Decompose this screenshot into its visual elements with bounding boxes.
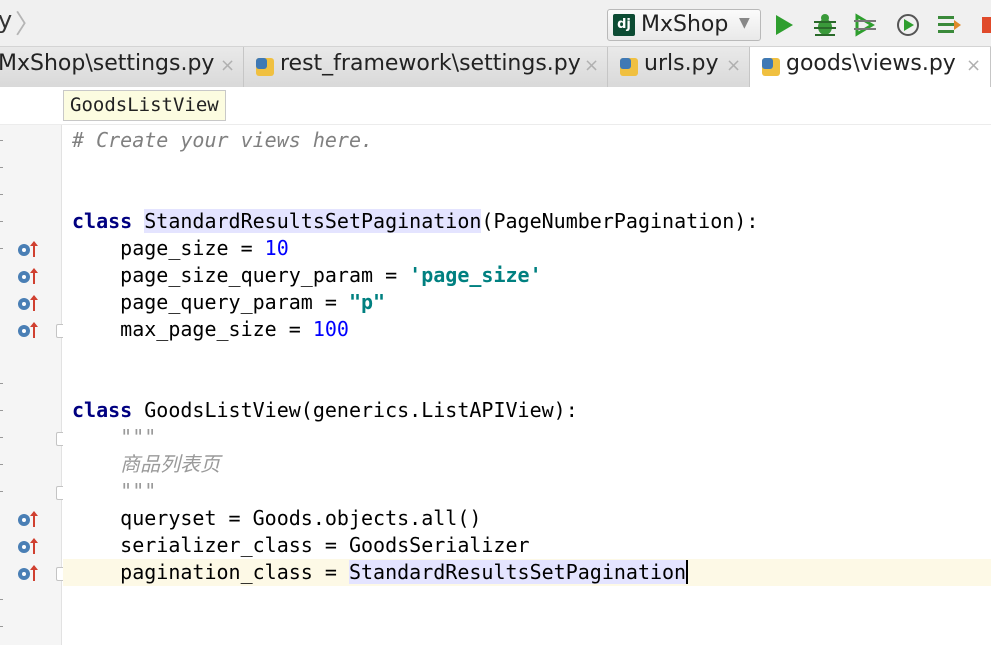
code-line[interactable]: """ <box>63 478 991 505</box>
code-line[interactable]: serializer_class = GoodsSerializer <box>63 532 991 559</box>
django-icon: dj <box>613 14 635 36</box>
override-marker-icon[interactable] <box>16 563 40 583</box>
code-line[interactable]: page_size = 10 <box>63 235 991 262</box>
editor-gutter[interactable] <box>0 125 68 645</box>
override-marker-icon[interactable] <box>16 509 40 529</box>
code-line[interactable]: 商品列表页 <box>63 451 991 478</box>
close-icon[interactable]: × <box>220 55 235 76</box>
structure-breadcrumb-bar: GoodsListView <box>0 87 991 125</box>
tab-label: rest_framework\settings.py <box>280 51 581 76</box>
python-file-icon <box>256 58 274 76</box>
stop-button[interactable] <box>974 10 991 40</box>
code-line[interactable]: queryset = Goods.objects.all() <box>63 505 991 532</box>
code-line[interactable]: page_query_param = "p" <box>63 289 991 316</box>
run-configuration-select[interactable]: dj MxShop ▼ <box>607 9 761 41</box>
current-code-line[interactable]: pagination_class = StandardResultsSetPag… <box>63 559 991 586</box>
chevron-right-icon: 〉 <box>15 10 42 40</box>
tab-label: goods\views.py <box>786 51 956 76</box>
tab-goods-views[interactable]: goods\views.py × <box>750 47 991 88</box>
run-configuration-label: MxShop <box>641 12 729 37</box>
keyword: class <box>72 398 133 422</box>
tab-label: urls.py <box>644 51 719 76</box>
text-caret <box>686 560 689 584</box>
build-icon <box>938 16 961 33</box>
attr-value: "p" <box>348 290 386 314</box>
profile-button[interactable] <box>893 10 923 40</box>
class-name: StandardResultsSetPagination <box>144 209 482 233</box>
code-line[interactable]: """ <box>63 424 991 451</box>
close-icon[interactable]: × <box>726 55 741 76</box>
coverage-button[interactable] <box>850 10 880 40</box>
code-text: serializer_class = GoodsSerializer <box>72 533 530 557</box>
docstring: """ <box>72 425 157 449</box>
override-marker-icon[interactable] <box>16 536 40 556</box>
nav-crumb-fragment[interactable]: y <box>0 6 12 34</box>
docstring: """ <box>72 479 157 503</box>
debug-icon <box>814 14 836 36</box>
tab-rest-framework-settings[interactable]: rest_framework\settings.py × <box>244 47 608 87</box>
code-text: pagination_class = <box>72 560 349 584</box>
run-icon <box>776 15 793 35</box>
run-button[interactable] <box>769 10 799 40</box>
code-line[interactable]: page_size_query_param = 'page_size' <box>63 262 991 289</box>
chevron-down-icon: ▼ <box>739 15 750 31</box>
python-file-icon <box>620 58 638 76</box>
attr-value: 'page_size' <box>409 263 542 287</box>
attr-name: max_page_size = <box>72 317 313 341</box>
attr-value: 100 <box>312 317 349 341</box>
attr-name: page_size = <box>72 236 265 260</box>
class-base: (PageNumberPagination): <box>481 209 759 233</box>
main-toolbar: y 〉 dj MxShop ▼ <box>0 0 991 47</box>
profile-icon <box>897 14 919 36</box>
keyword: class <box>72 209 133 233</box>
debug-button[interactable] <box>810 10 840 40</box>
breadcrumb[interactable]: GoodsListView <box>63 90 226 121</box>
override-marker-icon[interactable] <box>16 320 40 340</box>
tab-label: MxShop\settings.py <box>0 51 215 76</box>
code-comment: # Create your views here. <box>72 128 374 152</box>
close-icon[interactable]: × <box>584 55 599 76</box>
override-marker-icon[interactable] <box>16 293 40 313</box>
override-marker-icon[interactable] <box>16 266 40 286</box>
code-line[interactable]: # Create your views here. <box>63 127 991 154</box>
code-line[interactable]: class GoodsListView(generics.ListAPIView… <box>63 397 991 424</box>
attr-name: page_size_query_param = <box>72 263 410 287</box>
code-text: queryset = Goods.objects.all() <box>72 506 482 530</box>
tab-mxshop-settings[interactable]: MxShop\settings.py × <box>0 47 244 87</box>
highlighted-identifier: StandardResultsSetPagination <box>348 560 687 584</box>
editor-tab-bar: MxShop\settings.py × rest_framework\sett… <box>0 47 991 88</box>
code-editor[interactable]: # Create your views here. class Standard… <box>63 125 991 645</box>
class-declaration: GoodsListView(generics.ListAPIView): <box>132 398 578 422</box>
python-file-icon <box>762 58 780 76</box>
build-button[interactable] <box>934 10 964 40</box>
close-icon[interactable]: × <box>966 55 981 76</box>
code-line[interactable]: class StandardResultsSetPagination(PageN… <box>63 208 991 235</box>
docstring: 商品列表页 <box>72 452 221 476</box>
tab-urls[interactable]: urls.py × <box>608 47 750 87</box>
coverage-icon <box>854 13 876 37</box>
stop-icon <box>982 17 991 33</box>
code-line[interactable]: max_page_size = 100 <box>63 316 991 343</box>
attr-value: 10 <box>264 236 289 260</box>
override-marker-icon[interactable] <box>16 239 40 259</box>
attr-name: page_query_param = <box>72 290 349 314</box>
